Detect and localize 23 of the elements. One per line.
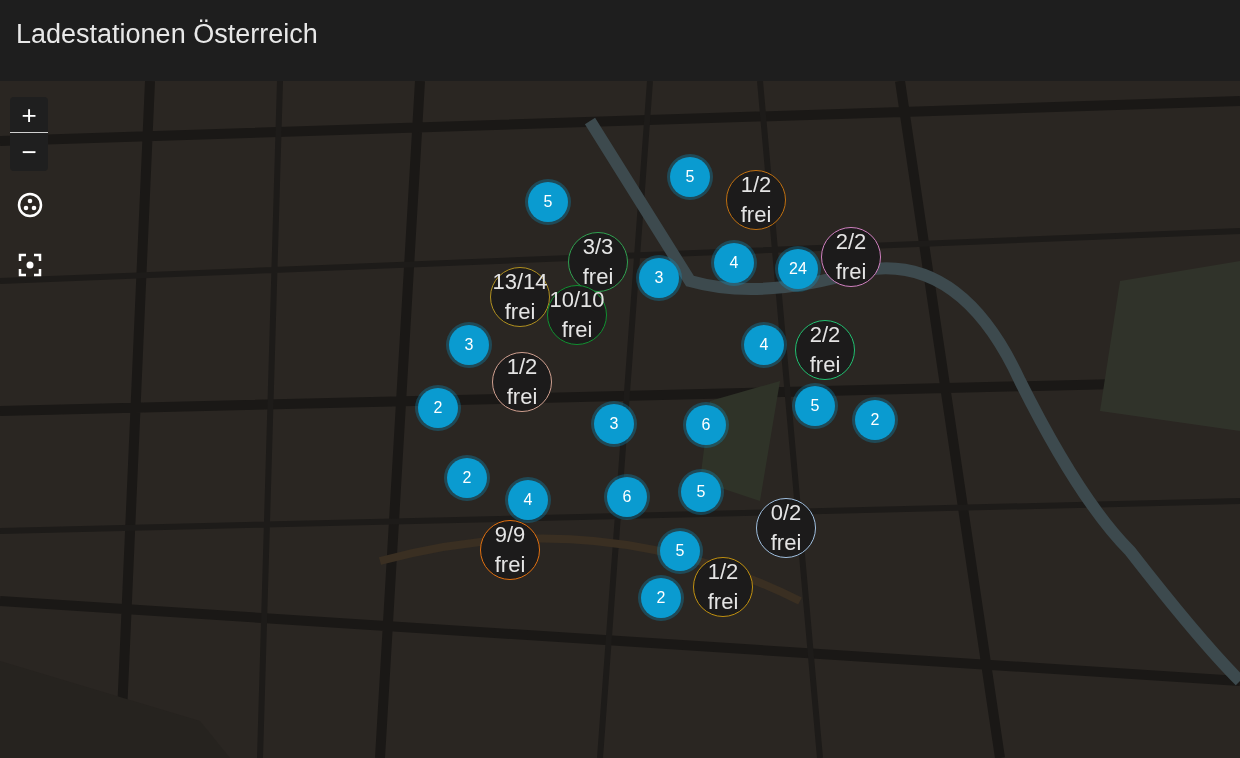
cluster-icon[interactable] — [17, 192, 43, 218]
availability-label: frei — [707, 588, 739, 616]
locate-icon[interactable] — [18, 253, 42, 277]
occupancy-count: 1/2 — [707, 558, 739, 586]
availability-label: frei — [835, 258, 867, 286]
occupancy-count: 1/2 — [740, 171, 772, 199]
zoom-in-button[interactable]: + — [10, 97, 48, 133]
availability-label: frei — [770, 529, 802, 557]
availability-label: frei — [494, 551, 526, 579]
occupancy-count: 2/2 — [809, 321, 841, 349]
availability-label: frei — [561, 316, 593, 344]
occupancy-count: 2/2 — [835, 228, 867, 256]
availability-label: frei — [504, 298, 536, 326]
availability-label: frei — [740, 201, 772, 229]
occupancy-count: 13/14 — [492, 268, 548, 296]
occupancy-count: 9/9 — [494, 521, 526, 549]
app-title: Ladestationen Österreich — [16, 18, 318, 51]
occupancy-count: 3/3 — [582, 233, 614, 261]
zoom-out-button[interactable]: − — [10, 133, 48, 171]
occupancy-count: 0/2 — [770, 499, 802, 527]
availability-label: frei — [809, 351, 841, 379]
availability-label: frei — [506, 383, 538, 411]
occupancy-count: 1/2 — [506, 353, 538, 381]
